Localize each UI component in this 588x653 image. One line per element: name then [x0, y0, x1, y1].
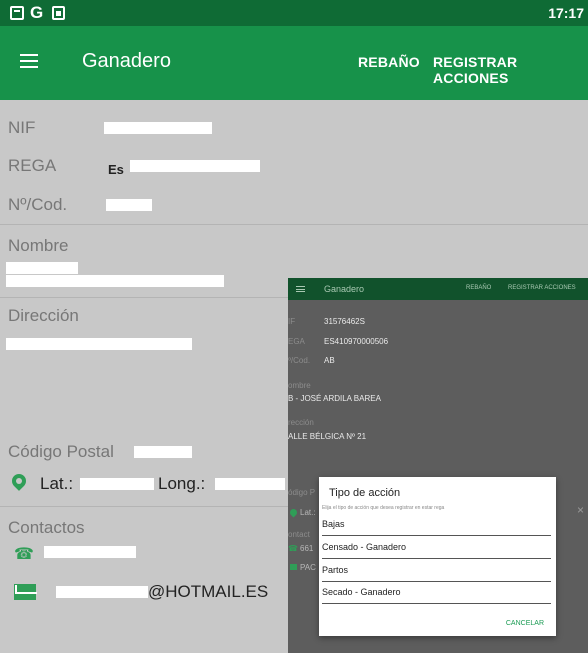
nif-label: NIF [8, 118, 36, 137]
inset-rega-label: EGA [288, 337, 305, 346]
inset-rebano: REBAÑO [466, 285, 492, 291]
option-secado-ganadero[interactable]: Secado - Ganadero [322, 587, 401, 597]
inset-registrar: REGISTRAR ACCIONES [508, 285, 576, 291]
rega-redacted [130, 160, 260, 172]
rega-value: Es [108, 162, 124, 177]
codigo-postal-label: Código Postal [8, 442, 114, 461]
inset-nif-label: IF [288, 317, 296, 326]
inset-title: Ganadero [324, 284, 365, 294]
long-label: Long.: [158, 474, 206, 493]
inset-mail-icon [290, 564, 297, 570]
inset-phone-icon: ☎ [288, 544, 298, 553]
rebano-button[interactable]: REBAÑO [358, 54, 420, 70]
registrar-acciones-button[interactable]: REGISTRAR ACCIONES [433, 54, 588, 86]
option-censado-ganadero[interactable]: Censado - Ganadero [322, 542, 406, 552]
inset-direccion-label: rección [288, 418, 314, 427]
notification-square-icon [10, 6, 24, 20]
image-icon [52, 6, 65, 20]
inset-email-value: PAC [300, 563, 316, 572]
inset-close-icon: × [576, 503, 584, 517]
lat-label: Lat.: [40, 474, 74, 493]
nombre-label: Nombre [8, 236, 69, 255]
email-icon[interactable] [14, 584, 36, 600]
inset-contactos-label: ontact [288, 530, 310, 539]
direccion-redacted [6, 338, 192, 350]
nombre-redacted-1 [6, 262, 78, 274]
inset-nombre-label: ombre [288, 381, 311, 390]
cancel-button[interactable]: CANCELAR [506, 620, 544, 627]
google-icon: G [30, 3, 44, 22]
inset-lat-label: Lat.: [300, 508, 316, 517]
inset-nif-value: 31576462S [324, 317, 365, 326]
contactos-label: Contactos [8, 518, 85, 537]
long-redacted [215, 478, 285, 490]
dialog-subtitle: Elija el tipo de acción que desea regist… [322, 505, 445, 511]
inset-cod-label: º/Cod. [288, 356, 311, 365]
option-partos[interactable]: Partos [322, 565, 348, 575]
direccion-label: Dirección [8, 306, 79, 325]
nif-redacted [104, 122, 212, 134]
option-bajas[interactable]: Bajas [322, 519, 345, 529]
phone-icon[interactable]: ☎ [14, 544, 34, 564]
email-suffix: @HOTMAIL.ES [148, 582, 269, 601]
cod-redacted [106, 199, 152, 211]
email-redacted [56, 586, 148, 598]
inset-cp-label: ódigo P [288, 488, 316, 497]
inset-direccion-value: ALLE BÉLGICA Nº 21 [288, 432, 367, 441]
location-pin-icon [9, 471, 29, 491]
inset-toolbar: Ganadero REBAÑO REGISTRAR ACCIONES [288, 278, 588, 300]
inset-nombre-value: B - JOSÉ ARDILA BAREA [288, 394, 381, 403]
dialog-title: Tipo de acción [329, 487, 401, 499]
app-toolbar: Ganadero REBAÑO REGISTRAR ACCIONES [0, 26, 588, 100]
rega-label: REGA [8, 156, 57, 175]
hamburger-menu-icon[interactable] [20, 54, 38, 68]
inset-menu-icon [296, 286, 305, 292]
lat-redacted [80, 478, 154, 490]
tipo-accion-dialog: Tipo de acción Elija el tipo de acción q… [319, 477, 556, 636]
inset-cod-value: AB [324, 356, 335, 365]
codigo-postal-redacted [134, 446, 192, 458]
inset-pin-icon [288, 507, 299, 518]
nombre-redacted-2 [6, 275, 224, 287]
phone-redacted [44, 546, 136, 558]
status-bar: G 17:17 [0, 0, 588, 26]
status-time: 17:17 [548, 5, 584, 21]
toolbar-title: Ganadero [82, 50, 171, 72]
inset-rega-value: ES410970000506 [324, 337, 389, 346]
inset-phone-value: 661 [300, 544, 314, 553]
cod-label: Nº/Cod. [8, 195, 68, 214]
